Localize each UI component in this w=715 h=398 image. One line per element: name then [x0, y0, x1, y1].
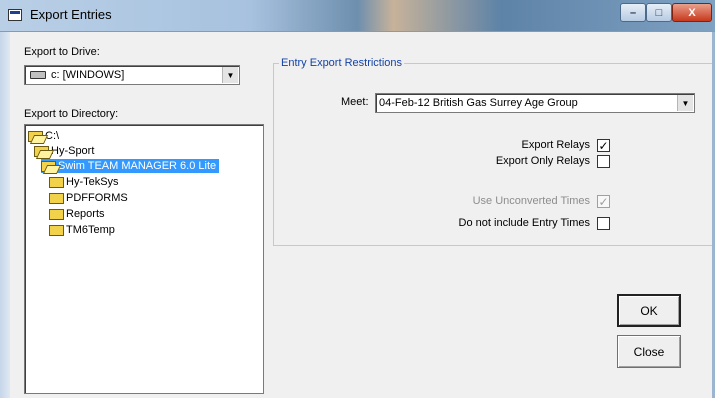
no-entry-times-checkbox[interactable] — [597, 217, 610, 230]
directory-item-tm6temp[interactable]: TM6Temp — [49, 223, 115, 237]
window-frame-left — [0, 32, 10, 398]
chevron-down-icon[interactable]: ▼ — [677, 95, 693, 111]
open-folder-icon — [28, 130, 43, 142]
export-only-relays-label: Export Only Relays — [495, 155, 590, 167]
folder-icon — [49, 224, 64, 236]
directory-item-swim-team-manager[interactable]: Swim TEAM MANAGER 6.0 Lite — [41, 159, 220, 173]
minimize-button[interactable]: – — [620, 3, 646, 22]
directory-item-label: PDFFORMS — [66, 192, 128, 204]
chevron-down-icon[interactable]: ▼ — [222, 67, 238, 83]
directory-list[interactable]: C:\ Hy-Sport Swim TEAM MANAGER 6.0 Lite … — [24, 124, 264, 394]
entry-export-restrictions-group: Entry Export Restrictions Meet: 04-Feb-1… — [273, 57, 715, 246]
use-unconverted-times-label: Use Unconverted Times — [472, 195, 590, 207]
close-window-button[interactable]: X — [672, 3, 712, 22]
export-only-relays-checkbox[interactable] — [597, 155, 610, 168]
folder-icon — [49, 192, 64, 204]
directory-item-label: Hy-TekSys — [66, 176, 119, 188]
meet-label: Meet: — [341, 96, 369, 108]
directory-item-hy-teksys[interactable]: Hy-TekSys — [49, 175, 119, 189]
drive-icon — [30, 71, 46, 79]
ok-button[interactable]: OK — [617, 294, 681, 327]
group-title: Entry Export Restrictions — [279, 57, 405, 69]
directory-item-label: TM6Temp — [66, 224, 115, 236]
directory-item-pdfforms[interactable]: PDFFORMS — [49, 191, 128, 205]
window-title: Export Entries — [30, 7, 112, 22]
export-relays-checkbox[interactable]: ✓ — [597, 139, 610, 152]
directory-item-hy-sport[interactable]: Hy-Sport — [34, 144, 94, 158]
use-unconverted-times-checkbox: ✓ — [597, 194, 610, 209]
directory-item-c[interactable]: C:\ — [28, 129, 59, 143]
directory-item-reports[interactable]: Reports — [49, 207, 105, 221]
export-drive-label: Export to Drive: — [24, 46, 100, 58]
export-drive-select[interactable]: c: [WINDOWS] ▼ — [24, 65, 240, 85]
close-button[interactable]: Close — [617, 335, 681, 368]
app-icon — [8, 9, 22, 21]
folder-icon — [49, 176, 64, 188]
title-bar[interactable]: Export Entries – □ X — [0, 0, 715, 32]
open-folder-icon — [34, 145, 49, 157]
drive-value: c: [WINDOWS] — [51, 69, 125, 81]
directory-item-label: Reports — [66, 208, 105, 220]
maximize-button[interactable]: □ — [646, 3, 672, 22]
export-directory-label: Export to Directory: — [24, 108, 119, 120]
dialog-client-area: Export to Drive: c: [WINDOWS] ▼ Export t… — [10, 32, 715, 398]
open-folder-icon — [41, 160, 56, 172]
meet-value: 04-Feb-12 British Gas Surrey Age Group — [379, 97, 578, 109]
directory-item-label: Swim TEAM MANAGER 6.0 Lite — [58, 160, 217, 172]
folder-icon — [49, 208, 64, 220]
meet-select[interactable]: 04-Feb-12 British Gas Surrey Age Group ▼ — [375, 93, 695, 113]
export-relays-label: Export Relays — [521, 139, 590, 151]
directory-item-label: Hy-Sport — [51, 145, 95, 157]
no-entry-times-label: Do not include Entry Times — [458, 217, 590, 229]
